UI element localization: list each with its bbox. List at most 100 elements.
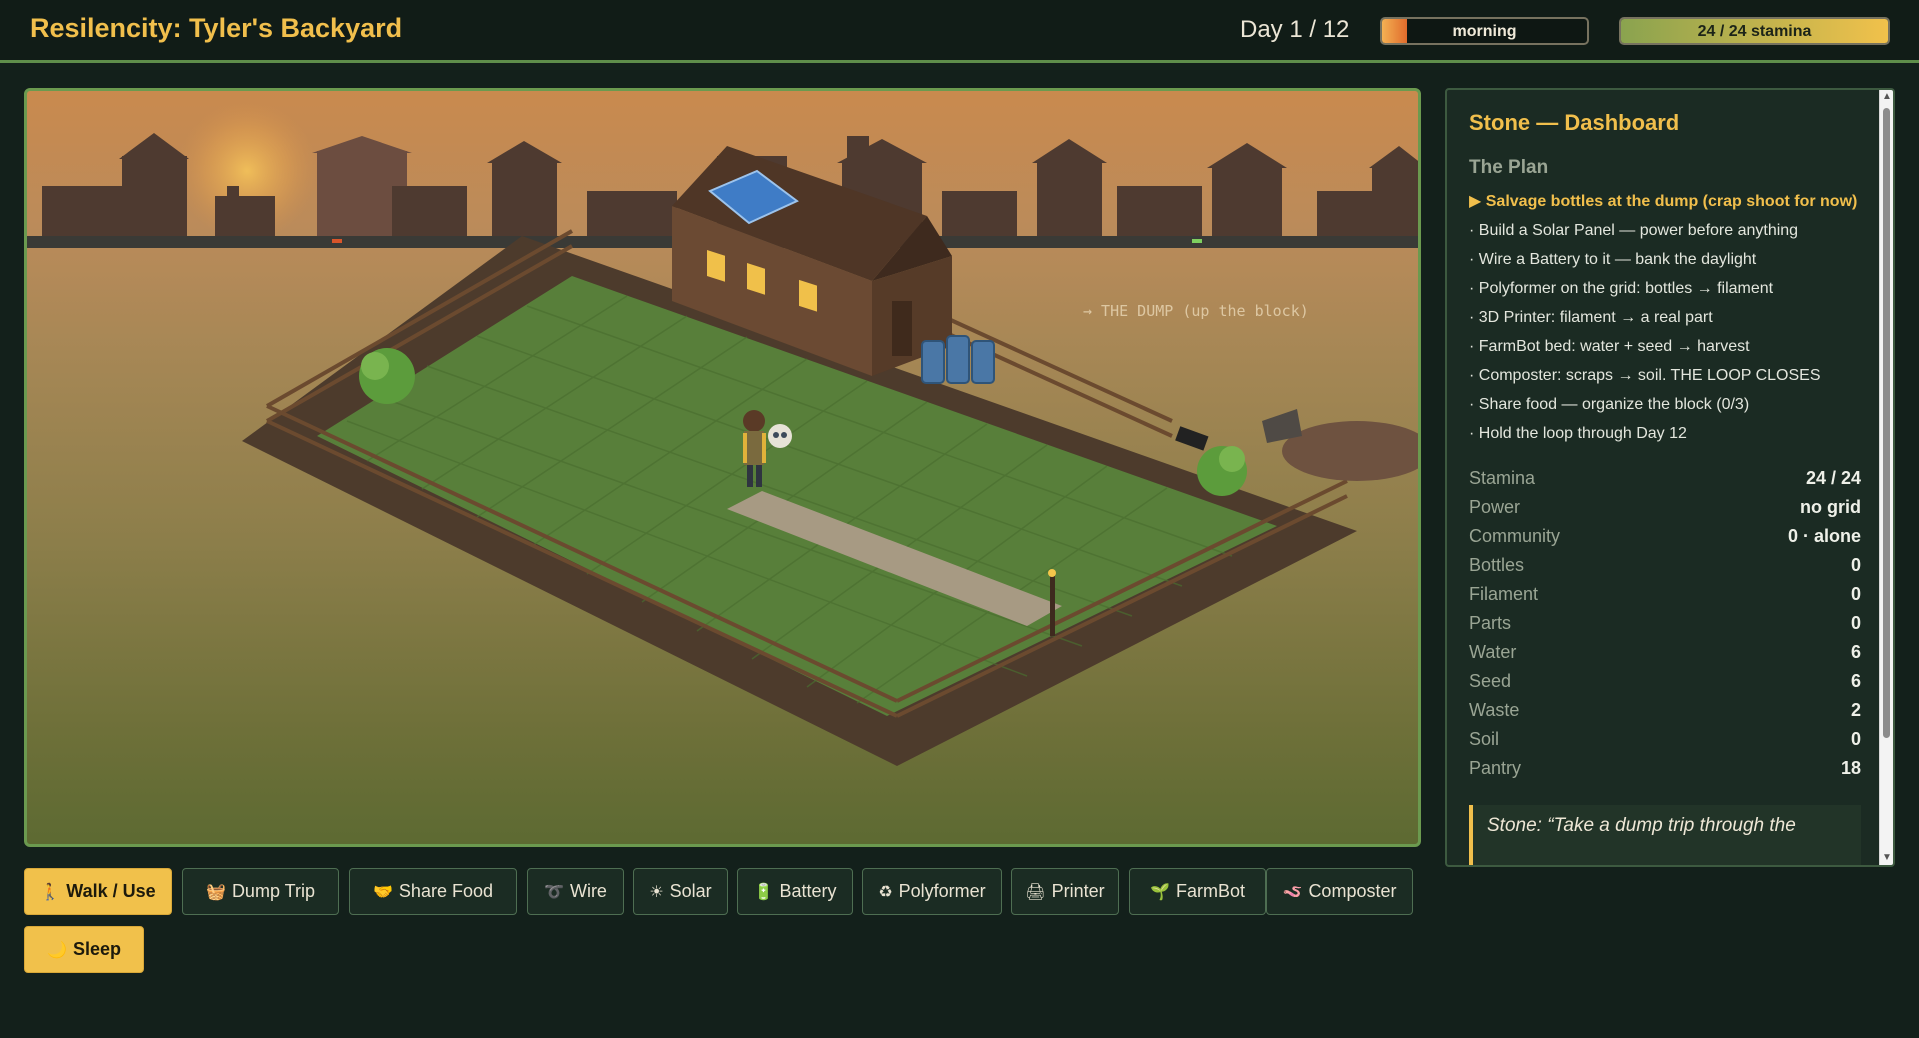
button-label: Dump Trip [231,881,315,901]
share-food-button[interactable]: 🤝 Share Food [349,868,517,915]
dashboard-panel[interactable]: Stone — Dashboard The Plan ▶ Salvage bot… [1445,88,1895,867]
plan-item-current: ▶ Salvage bottles at the dump (crap shoo… [1469,193,1858,210]
dashboard-title: Stone — Dashboard [1469,110,1680,135]
battery-icon: 🔋 [753,883,774,901]
walk-use-button[interactable]: 🚶 Walk / Use [24,868,172,915]
stat-label: Power [1469,497,1521,517]
stat-row-seed: Seed 6 [1469,667,1861,696]
companion-quote: Stone: “Take a dump trip through the [1469,805,1861,865]
polyformer-button[interactable]: ♻ Polyformer [862,868,1002,915]
battery-button[interactable]: 🔋 Battery [737,868,853,915]
scrollbar-thumb[interactable] [1883,108,1890,738]
worm-icon: 🪱 [1282,883,1303,901]
sleep-button[interactable]: 🌙 Sleep [24,926,144,973]
dashboard-scrollbar[interactable]: ▲ ▼ [1879,90,1893,865]
plan-item: · Wire a Battery to it — bank the daylig… [1469,251,1757,268]
moon-icon: 🌙 [47,941,67,959]
handshake-icon: 🤝 [373,883,393,901]
stat-row-power: Power no grid [1469,493,1861,522]
stat-value: 0 [1850,613,1861,633]
stat-label: Waste [1469,700,1520,720]
stat-row-bottles: Bottles 0 [1469,551,1861,580]
stat-value: 0 [1850,729,1861,749]
rain-barrels[interactable] [921,335,995,384]
composter-button[interactable]: 🪱 Composter [1266,868,1413,915]
stat-value: 18 [1840,758,1861,778]
tree-left [359,348,415,404]
stat-row-community: Community 0 · alone [1469,522,1861,551]
plan-item: · Build a Solar Panel — power before any… [1469,222,1799,239]
button-label: Walk / Use [66,881,156,901]
stat-row-filament: Filament 0 [1469,580,1861,609]
button-label: FarmBot [1175,881,1245,901]
stat-label: Seed [1469,671,1512,691]
solar-button[interactable]: ☀ Solar [633,868,728,915]
scroll-down-arrow-icon[interactable]: ▼ [1880,851,1893,865]
car-light [332,239,342,243]
time-of-day-label: morning [1452,23,1517,40]
wire-icon: ➰ [544,883,564,901]
plan-heading: The Plan [1469,157,1549,178]
button-label: Sleep [72,939,121,959]
stat-row-soil: Soil 0 [1469,725,1861,754]
stat-value: 2 [1850,700,1861,720]
plan-item: · Polyformer on the grid: bottles → fila… [1469,280,1774,297]
day-counter: Day 1 / 12 [1240,16,1350,43]
button-label: Wire [569,881,607,901]
game-viewport[interactable]: → THE DUMP (up the block) [24,88,1421,847]
stat-value: 0 [1850,555,1861,575]
stat-value: 24 / 24 [1805,468,1861,488]
backyard-scene[interactable] [27,91,1421,847]
printer-icon: 🖨 [1025,883,1046,901]
stat-value: no grid [1800,497,1861,517]
top-bar: Resilencity: Tyler's Backyard Day 1 / 12… [0,0,1919,63]
stat-row-parts: Parts 0 [1469,609,1861,638]
button-label: Printer [1051,881,1105,901]
stat-row-water: Water 6 [1469,638,1861,667]
sun-icon: ☀ [649,883,664,901]
plan-list: ▶ Salvage bottles at the dump (crap shoo… [1469,187,1861,448]
scroll-up-arrow-icon[interactable]: ▲ [1880,90,1893,104]
basket-icon: 🧺 [206,883,226,901]
button-label: Polyformer [898,881,986,901]
stat-label: Soil [1469,729,1500,749]
stat-label: Bottles [1469,555,1525,575]
stamina-label: 24 / 24 stamina [1697,23,1812,40]
plan-item: · 3D Printer: filament → a real part [1469,309,1713,326]
stat-value: 6 [1850,642,1861,662]
stat-label: Pantry [1469,758,1522,778]
seedling-icon: 🌱 [1150,883,1170,901]
plan-item: · FarmBot bed: water + seed → harvest [1469,338,1750,355]
plan-item: · Share food — organize the block (0/3) [1469,396,1750,413]
stats-list: Stamina 24 / 24 Power no grid Community 0 · a… [1469,464,1861,783]
stone-robot-companion[interactable] [768,424,792,448]
button-label: Composter [1308,881,1397,901]
button-label: Solar [669,881,712,901]
dump-direction-label: → THE DUMP (up the block) [1083,302,1309,320]
stat-label: Filament [1469,584,1539,604]
recycle-icon: ♻ [878,883,893,901]
stat-label: Stamina [1469,468,1536,488]
stat-label: Parts [1469,613,1512,633]
time-of-day-bar: morning [1380,17,1589,45]
button-label: Share Food [398,881,493,901]
stat-row-pantry: Pantry 18 [1469,754,1861,783]
plan-item: · Composter: scraps → soil. THE LOOP CLO… [1469,367,1821,384]
stat-label: Water [1469,642,1517,662]
walk-icon: 🚶 [40,883,61,901]
stamina-bar: 24 / 24 stamina [1619,17,1890,45]
stat-row-stamina: Stamina 24 / 24 [1469,464,1861,493]
stat-value: 0 · alone [1787,526,1861,546]
stat-value: 0 [1850,584,1861,604]
stat-value: 6 [1850,671,1861,691]
button-label: Battery [779,881,837,901]
car-light [1192,239,1202,243]
stat-label: Community [1469,526,1561,546]
game-title: Resilencity: Tyler's Backyard [30,13,403,43]
stat-row-waste: Waste 2 [1469,696,1861,725]
printer-button[interactable]: 🖨 Printer [1011,868,1119,915]
wire-button[interactable]: ➰ Wire [527,868,624,915]
farmbot-button[interactable]: 🌱 FarmBot [1129,868,1266,915]
dump-trip-button[interactable]: 🧺 Dump Trip [182,868,339,915]
tree-right [1197,446,1247,496]
